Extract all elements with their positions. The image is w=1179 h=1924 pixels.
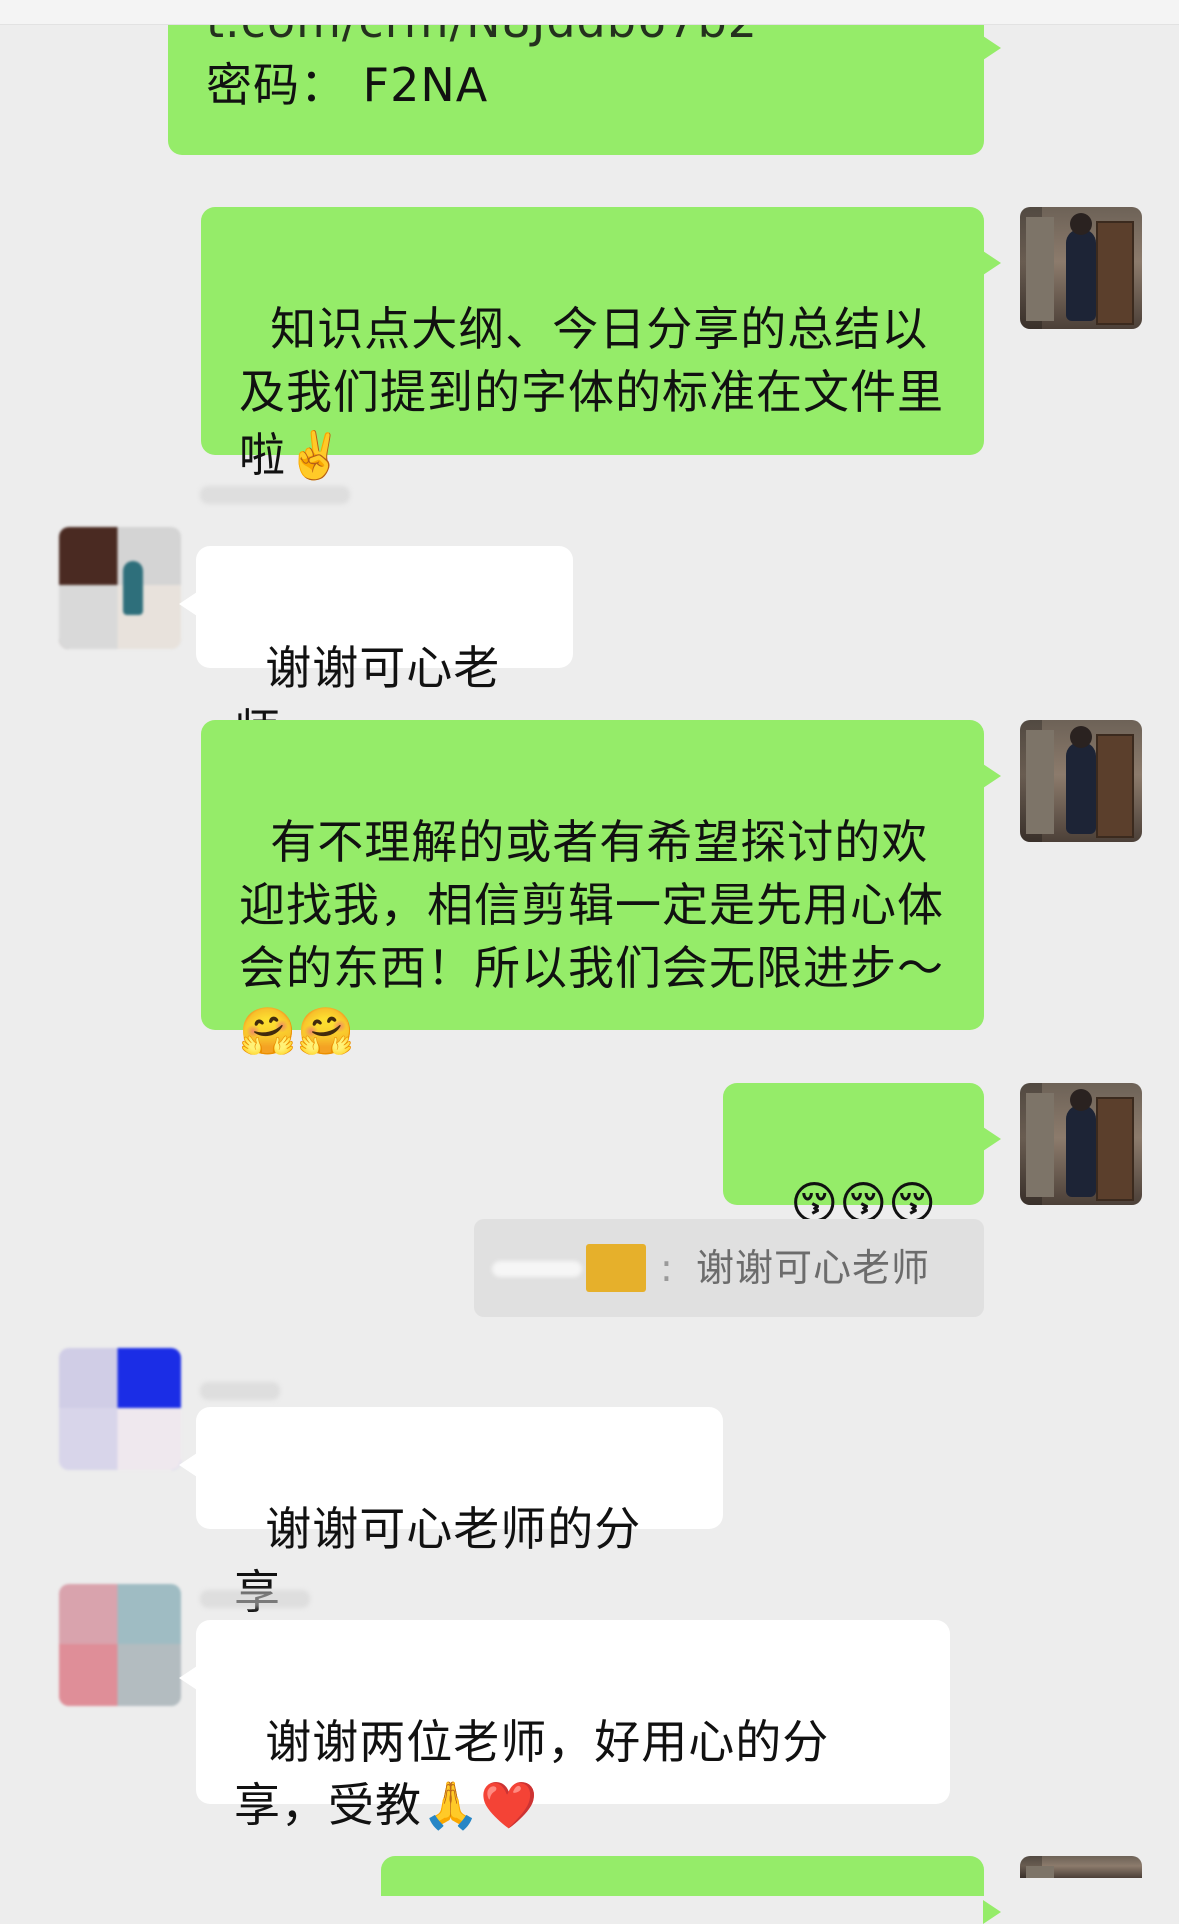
avatar-figure (1066, 1089, 1096, 1197)
quoted-message-preview[interactable]: : 谢谢可心老师 (474, 1219, 984, 1317)
avatar-self-partial[interactable] (1020, 1856, 1142, 1878)
message-bubble-outgoing[interactable]: 😚😚😚 (723, 1083, 1001, 1230)
sender-nickname-blurred (200, 1590, 310, 1608)
message-bubble-outgoing[interactable]: 有不理解的或者有希望探讨的欢迎找我，相信剪辑一定是先用心体会的东西！所以我们会无… (201, 720, 1001, 1058)
quoted-message-text: 谢谢可心老师 (696, 1246, 931, 1290)
avatar-figure (1066, 726, 1096, 834)
avatar-background (59, 1408, 181, 1470)
avatar-self[interactable] (1020, 720, 1142, 842)
message-bubble-outgoing[interactable]: 知识点大纲、今日分享的总结以及我们提到的字体的标准在文件里啦✌️ (201, 207, 1001, 482)
avatar-frame (1026, 730, 1054, 834)
sender-nickname-blurred (200, 1382, 280, 1400)
message-bubble-incoming[interactable]: 谢谢可心老师 (179, 546, 573, 758)
avatar-contact[interactable] (59, 527, 181, 649)
avatar-background (59, 585, 181, 649)
sender-nickname-blurred (200, 486, 350, 504)
avatar-frame (1026, 1866, 1054, 1878)
message-bubble-incoming[interactable]: 谢谢可心老师的分享 (179, 1407, 723, 1619)
avatar-self[interactable] (1020, 207, 1142, 329)
message-text: 密码： F2NA (206, 58, 489, 112)
avatar-door (1096, 1097, 1134, 1201)
message-text: 谢谢两位老师，好用心的分享，受教🙏❤️ (234, 1715, 830, 1832)
avatar-background (59, 1644, 181, 1706)
avatar-contact[interactable] (59, 1584, 181, 1706)
quoted-sender-avatar (586, 1244, 646, 1292)
avatar-frame (1026, 217, 1054, 321)
quote-separator: : (660, 1246, 673, 1290)
avatar-self[interactable] (1020, 1083, 1142, 1205)
quoted-sender-name-blurred (492, 1261, 582, 1277)
message-bubble-incoming[interactable]: 谢谢两位老师，好用心的分享，受教🙏❤️ (179, 1620, 950, 1832)
avatar-contact[interactable] (59, 1348, 181, 1470)
message-text: 知识点大纲、今日分享的总结以及我们提到的字体的标准在文件里啦✌️ (239, 302, 944, 482)
avatar-door (1096, 221, 1134, 325)
avatar-frame (1026, 1093, 1054, 1197)
message-text: 有不理解的或者有希望探讨的欢迎找我，相信剪辑一定是先用心体会的东西！所以我们会无… (239, 815, 944, 1058)
avatar-door (1096, 734, 1134, 838)
status-bar (0, 0, 1179, 25)
message-bubble-outgoing-partial[interactable] (381, 1856, 1001, 1924)
avatar-figure (1066, 213, 1096, 321)
